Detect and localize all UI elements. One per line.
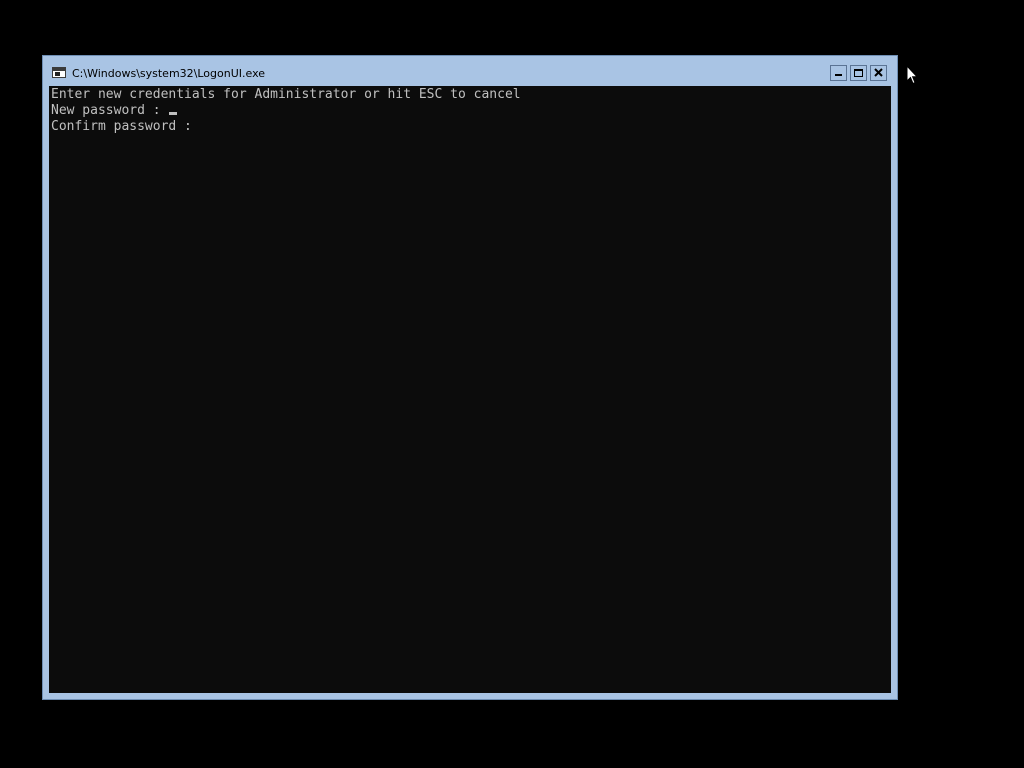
new-password-line[interactable]: New password : [51,103,178,119]
console-app-icon[interactable] [52,67,66,78]
credentials-prompt: Enter new credentials for Administrator … [51,87,521,102]
new-password-label: New password : [51,103,169,118]
minimize-button[interactable] [830,65,847,81]
maximize-button[interactable] [850,65,867,81]
text-cursor [169,112,178,115]
console-output[interactable]: Enter new credentials for Administrator … [49,86,891,693]
minimize-icon [835,74,842,76]
close-button[interactable] [870,65,887,81]
mouse-pointer-icon [906,65,918,85]
close-icon [874,68,883,77]
title-bar[interactable]: C:\Windows\system32\LogonUI.exe [43,56,897,86]
console-window[interactable]: C:\Windows\system32\LogonUI.exe Enter ne… [42,55,898,700]
maximize-icon [854,69,863,77]
confirm-password-line[interactable]: Confirm password : [51,119,192,135]
window-title: C:\Windows\system32\LogonUI.exe [72,67,266,80]
confirm-password-label: Confirm password : [51,119,192,134]
